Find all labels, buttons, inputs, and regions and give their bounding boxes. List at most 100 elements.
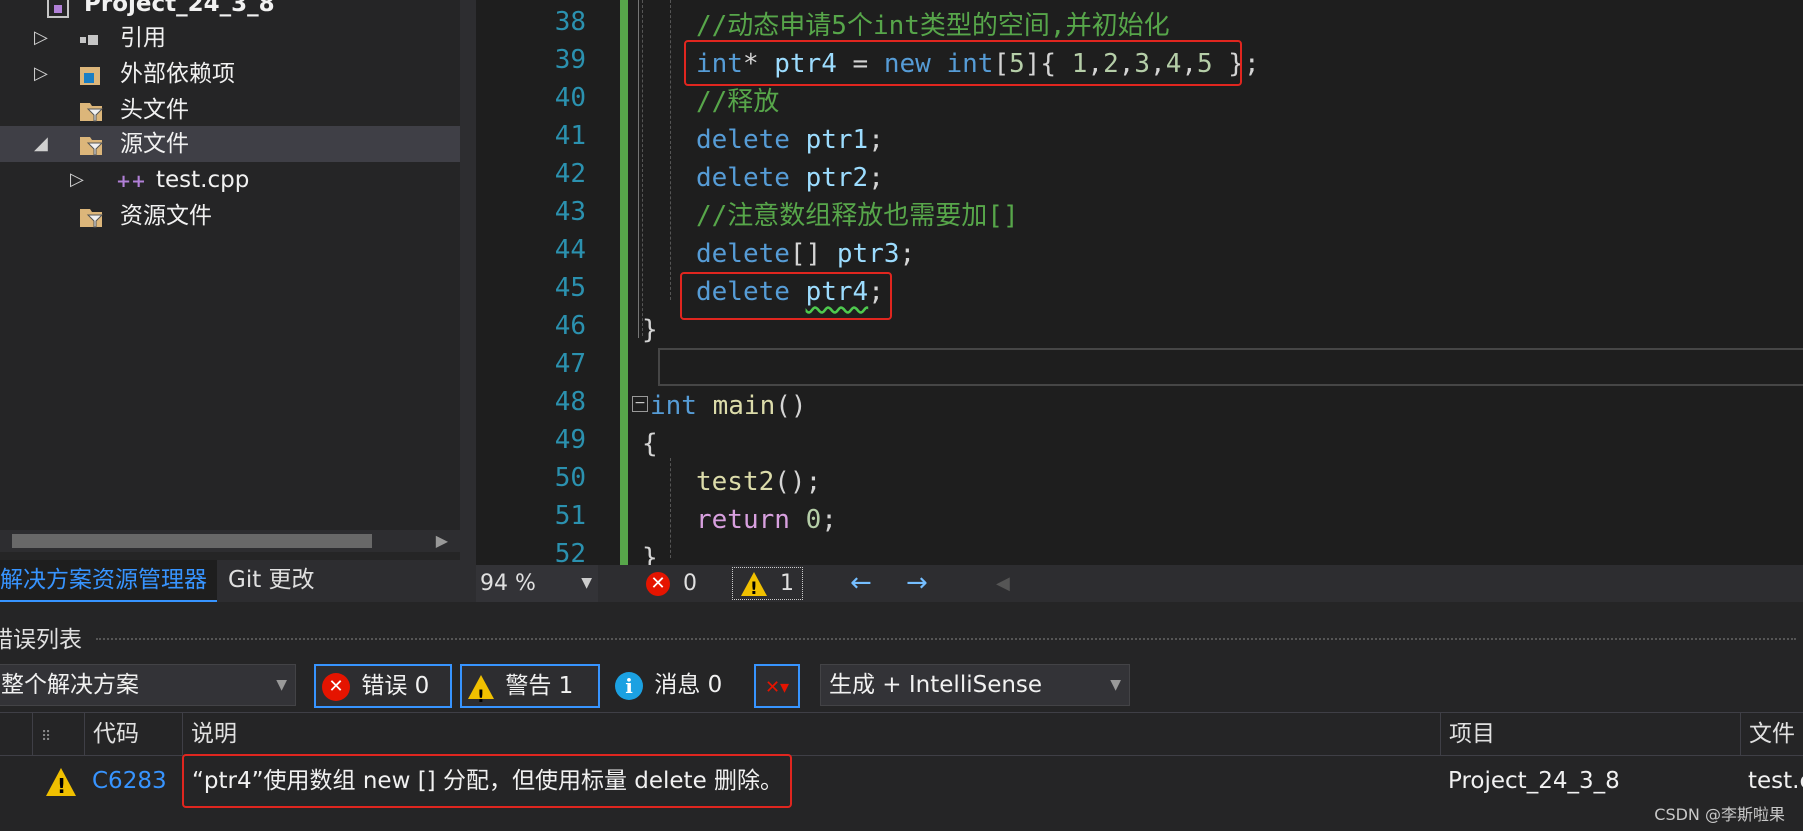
- error-project: Project_24_3_8: [1448, 768, 1620, 794]
- svg-text:!: !: [57, 774, 66, 798]
- error-icon: ✕: [322, 672, 350, 701]
- code-line-40: //释放: [696, 83, 779, 121]
- panel-title: 错误列表: [0, 627, 82, 653]
- line-number: 46: [554, 311, 586, 341]
- error-list-row[interactable]: ! C6283 “ptr4”使用数组 new [] 分配，但使用标量 delet…: [0, 754, 1803, 808]
- line-number: 47: [554, 349, 586, 379]
- code-area[interactable]: //动态申请5个int类型的空间,并初始化 int* ptr4 = new in…: [628, 0, 1803, 565]
- line-number: 39: [554, 45, 586, 75]
- column-header-project[interactable]: 项目: [1440, 713, 1739, 755]
- tree-item-project[interactable]: Project_24_3_8: [0, 0, 460, 22]
- tree-item-label: 资源文件: [120, 203, 212, 229]
- references-icon: [78, 26, 104, 50]
- tree-item-label: 源文件: [120, 131, 189, 157]
- tree-item-label: 外部依赖项: [120, 61, 235, 87]
- highlight-box-description: [182, 754, 792, 808]
- line-number: 42: [554, 159, 586, 189]
- scroll-left-icon[interactable]: ◀: [996, 565, 1010, 602]
- tree-item-references[interactable]: ▷ 引用: [0, 20, 460, 56]
- expand-arrow-icon[interactable]: ▷: [34, 20, 54, 56]
- messages-filter-button[interactable]: i 消息 0: [608, 664, 744, 706]
- tree-item-test-cpp[interactable]: ▷ ++ test.cpp: [0, 162, 460, 198]
- collapse-arrow-icon[interactable]: ◢: [34, 126, 54, 162]
- expand-arrow-icon[interactable]: ▷: [34, 56, 54, 92]
- scope-value: 整个解决方案: [1, 672, 139, 698]
- comment-text: //释放: [696, 87, 780, 117]
- clear-filter-button[interactable]: ✕▾: [754, 664, 800, 708]
- line-number: 48: [554, 387, 586, 417]
- external-deps-icon: [78, 62, 104, 86]
- warnings-filter-button[interactable]: 警告 1: [460, 664, 600, 717]
- indent-guide: [642, 0, 643, 336]
- code-editor[interactable]: 38 39 40 41 42 43 44 45 46 47 48 49 50 5…: [476, 0, 1803, 565]
- navigate-forward-icon[interactable]: →: [906, 565, 928, 602]
- chevron-down-icon: ▼: [1110, 677, 1121, 693]
- chevron-down-icon: ▼: [581, 575, 592, 591]
- line-number: 52: [554, 539, 586, 565]
- code-line-46: }: [642, 315, 658, 345]
- indent-guide: [670, 0, 671, 300]
- tree-item-sources[interactable]: ◢ 源文件: [0, 126, 460, 162]
- line-number: 50: [554, 463, 586, 493]
- code-line-44: delete[] ptr3;: [696, 239, 916, 269]
- line-number-gutter: 38 39 40 41 42 43 44 45 46 47 48 49 50 5…: [476, 0, 608, 565]
- errors-filter-button[interactable]: ✕ 错误 0: [314, 664, 452, 708]
- error-file: test.c: [1748, 768, 1803, 794]
- code-line-43: //注意数组释放也需要加[]: [696, 197, 1019, 235]
- tab-solution-explorer[interactable]: 解决方案资源管理器: [0, 560, 217, 602]
- warning-icon: [468, 674, 494, 717]
- grip-icon: ⠿: [41, 729, 52, 745]
- change-tracking-bar: [620, 0, 628, 565]
- scope-line: [638, 0, 639, 338]
- explorer-horizontal-scrollbar[interactable]: ▶: [0, 530, 460, 552]
- expand-arrow-icon[interactable]: ▷: [70, 162, 90, 198]
- scroll-right-icon[interactable]: ▶: [436, 530, 448, 552]
- error-count: 0: [683, 571, 697, 596]
- code-line-49: {: [642, 429, 658, 459]
- code-line-52: }: [642, 543, 658, 565]
- line-number: 44: [554, 235, 586, 265]
- line-number: 45: [554, 273, 586, 303]
- folder-filter-icon: [78, 204, 104, 228]
- folder-filter-icon: [78, 132, 104, 156]
- code-line-50: test2();: [696, 467, 822, 497]
- tab-git-changes[interactable]: Git 更改: [218, 560, 325, 600]
- scope-dropdown[interactable]: 整个解决方案 ▼: [0, 664, 296, 706]
- code-line-41: delete ptr1;: [696, 125, 884, 155]
- line-number: 41: [554, 121, 586, 151]
- warning-count-indicator[interactable]: 1: [732, 567, 803, 605]
- column-header-description[interactable]: 说明: [182, 713, 1441, 755]
- column-header-file[interactable]: 文件: [1740, 713, 1803, 755]
- warning-icon: !: [44, 756, 78, 806]
- build-source-dropdown[interactable]: 生成 + IntelliSense ▼: [820, 664, 1130, 706]
- error-code-link[interactable]: C6283: [92, 756, 167, 806]
- code-line-51: return 0;: [696, 505, 837, 535]
- folder-filter-icon: [78, 98, 104, 122]
- error-list-panel: 错误列表 整个解决方案 ▼ ✕ 错误 0 警告 1 i 消息 0 ✕▾ 生成 +…: [0, 602, 1803, 831]
- sort-column-header[interactable]: ⠿: [32, 713, 81, 755]
- column-header-code[interactable]: 代码: [84, 713, 183, 755]
- tree-item-resources[interactable]: 资源文件: [0, 198, 460, 234]
- cpp-file-icon: ++: [116, 168, 146, 192]
- zoom-dropdown[interactable]: 94 % ▼: [476, 565, 598, 602]
- line-number: 43: [554, 197, 586, 227]
- svg-text:++: ++: [116, 171, 144, 192]
- errors-filter-label: 错误 0: [361, 673, 430, 699]
- collapse-toggle-icon[interactable]: −: [632, 396, 648, 412]
- panel-splitter[interactable]: [460, 0, 476, 602]
- error-count-indicator[interactable]: ✕ 0: [646, 565, 697, 602]
- tree-item-label: Project_24_3_8: [84, 0, 275, 17]
- tree-item-external-deps[interactable]: ▷ 外部依赖项: [0, 56, 460, 92]
- navigate-back-icon[interactable]: ←: [850, 565, 872, 602]
- code-line-48: int main(): [650, 391, 807, 421]
- line-number: 38: [554, 7, 586, 37]
- scrollbar-thumb[interactable]: [12, 534, 372, 548]
- editor-status-bar: 94 % ▼ ✕ 0 1 ← → ◀: [476, 565, 1803, 605]
- error-list-header: ⠿ 代码 说明 项目 文件: [0, 712, 1803, 756]
- build-source-value: 生成 + IntelliSense: [829, 672, 1043, 698]
- highlight-box-new-array: [684, 40, 1242, 86]
- tree-item-headers[interactable]: 头文件: [0, 92, 460, 128]
- chevron-down-icon: ▼: [276, 677, 287, 693]
- warning-count: 1: [780, 571, 794, 596]
- messages-filter-label: 消息 0: [654, 672, 723, 698]
